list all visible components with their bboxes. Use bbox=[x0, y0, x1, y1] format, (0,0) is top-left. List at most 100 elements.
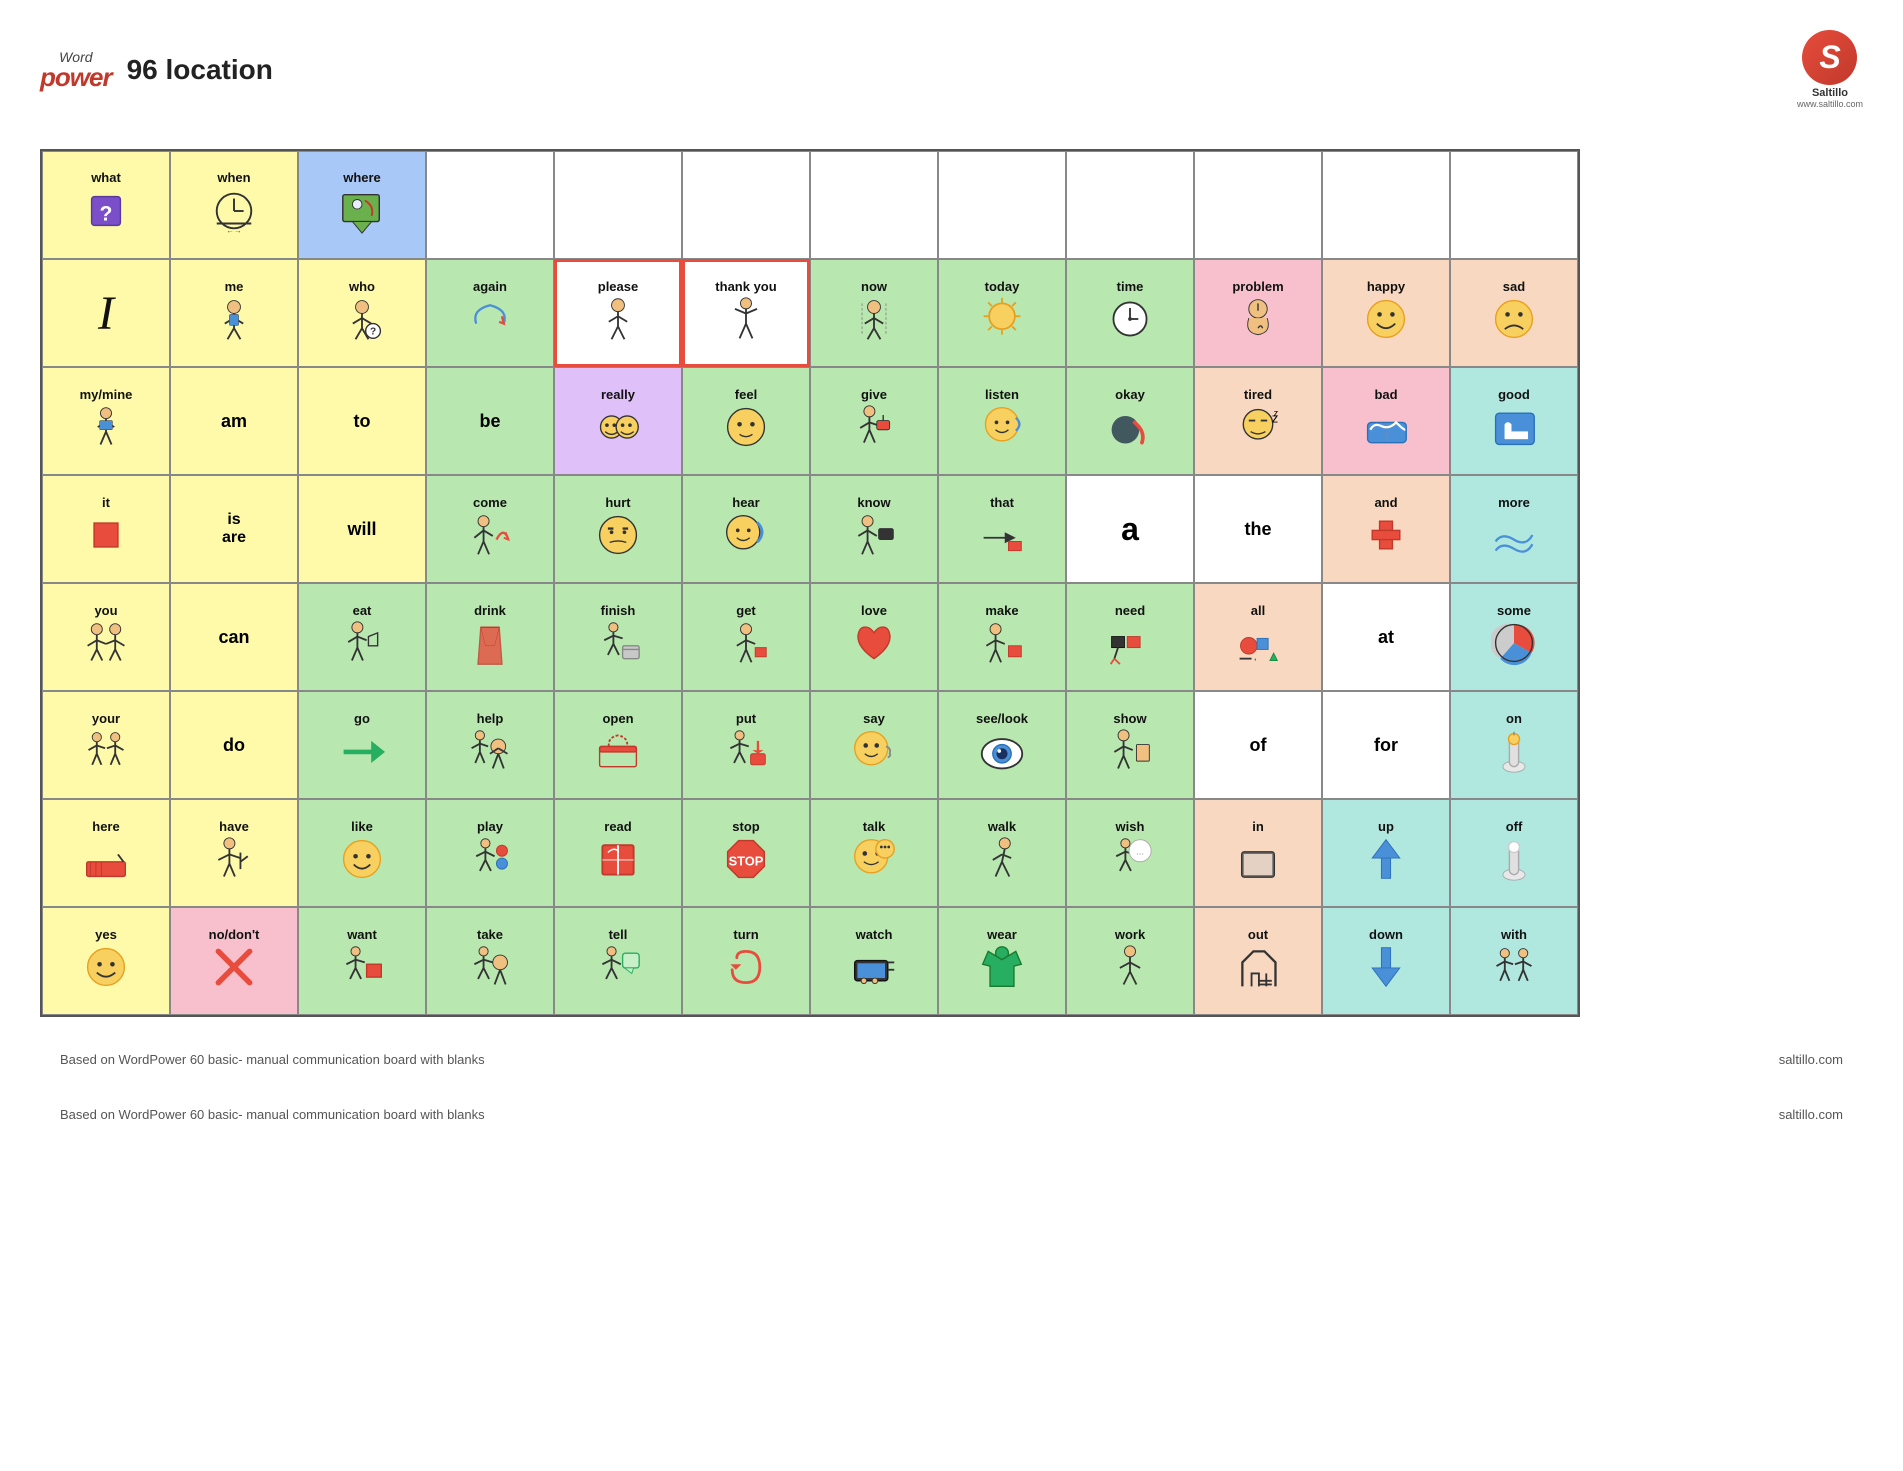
cell-r4-c8[interactable]: that bbox=[938, 475, 1066, 583]
cell-r1-c7[interactable] bbox=[810, 151, 938, 259]
cell-r5-c9[interactable]: need bbox=[1066, 583, 1194, 691]
cell-r3-c5[interactable]: really bbox=[554, 367, 682, 475]
cell-icon bbox=[1107, 620, 1153, 671]
cell-r4-c6[interactable]: hear bbox=[682, 475, 810, 583]
cell-r6-c6[interactable]: put bbox=[682, 691, 810, 799]
cell-r1-c8[interactable] bbox=[938, 151, 1066, 259]
cell-r4-c1[interactable]: it bbox=[42, 475, 170, 583]
cell-label: happy bbox=[1367, 279, 1405, 295]
cell-r8-c7[interactable]: watch bbox=[810, 907, 938, 1015]
cell-r6-c10[interactable]: of bbox=[1194, 691, 1322, 799]
cell-r6-c4[interactable]: help bbox=[426, 691, 554, 799]
cell-r3-c7[interactable]: give bbox=[810, 367, 938, 475]
cell-r5-c10[interactable]: all bbox=[1194, 583, 1322, 691]
cell-r2-c1[interactable]: I bbox=[42, 259, 170, 367]
cell-r1-c3[interactable]: where bbox=[298, 151, 426, 259]
cell-r1-c4[interactable] bbox=[426, 151, 554, 259]
cell-r4-c7[interactable]: know bbox=[810, 475, 938, 583]
cell-r2-c2[interactable]: me bbox=[170, 259, 298, 367]
cell-r7-c3[interactable]: like bbox=[298, 799, 426, 907]
cell-r3-c3[interactable]: to bbox=[298, 367, 426, 475]
cell-r2-c9[interactable]: time bbox=[1066, 259, 1194, 367]
cell-icon bbox=[1107, 296, 1153, 347]
cell-r2-c10[interactable]: problem bbox=[1194, 259, 1322, 367]
cell-r5-c5[interactable]: finish bbox=[554, 583, 682, 691]
cell-r2-c7[interactable]: now bbox=[810, 259, 938, 367]
cell-r3-c9[interactable]: okay bbox=[1066, 367, 1194, 475]
cell-r5-c7[interactable]: love bbox=[810, 583, 938, 691]
cell-r1-c1[interactable]: what? bbox=[42, 151, 170, 259]
cell-r1-c2[interactable]: when←→ bbox=[170, 151, 298, 259]
cell-r8-c4[interactable]: take bbox=[426, 907, 554, 1015]
cell-r1-c10[interactable] bbox=[1194, 151, 1322, 259]
cell-r1-c5[interactable] bbox=[554, 151, 682, 259]
cell-r3-c10[interactable]: tiredzz bbox=[1194, 367, 1322, 475]
cell-r8-c6[interactable]: turn bbox=[682, 907, 810, 1015]
cell-r1-c9[interactable] bbox=[1066, 151, 1194, 259]
cell-r4-c4[interactable]: come bbox=[426, 475, 554, 583]
cell-r8-c8[interactable]: wear bbox=[938, 907, 1066, 1015]
cell-r2-c5[interactable]: please bbox=[554, 259, 682, 367]
cell-r2-c3[interactable]: who? bbox=[298, 259, 426, 367]
cell-r3-c12[interactable]: good bbox=[1450, 367, 1578, 475]
cell-r3-c8[interactable]: listen bbox=[938, 367, 1066, 475]
cell-r3-c6[interactable]: feel bbox=[682, 367, 810, 475]
cell-r2-c8[interactable]: today bbox=[938, 259, 1066, 367]
cell-r2-c6[interactable]: thank you bbox=[682, 259, 810, 367]
cell-r7-c2[interactable]: have bbox=[170, 799, 298, 907]
cell-r6-c11[interactable]: for bbox=[1322, 691, 1450, 799]
cell-r7-c6[interactable]: stopSTOP bbox=[682, 799, 810, 907]
cell-r4-c3[interactable]: will bbox=[298, 475, 426, 583]
cell-r7-c9[interactable]: wish... bbox=[1066, 799, 1194, 907]
cell-r2-c11[interactable]: happy bbox=[1322, 259, 1450, 367]
cell-r7-c4[interactable]: play bbox=[426, 799, 554, 907]
cell-r8-c9[interactable]: work bbox=[1066, 907, 1194, 1015]
cell-r3-c4[interactable]: be bbox=[426, 367, 554, 475]
cell-r4-c11[interactable]: and bbox=[1322, 475, 1450, 583]
cell-r5-c4[interactable]: drink bbox=[426, 583, 554, 691]
cell-r4-c5[interactable]: hurt bbox=[554, 475, 682, 583]
cell-r6-c12[interactable]: on bbox=[1450, 691, 1578, 799]
cell-r7-c8[interactable]: walk bbox=[938, 799, 1066, 907]
cell-r5-c2[interactable]: can bbox=[170, 583, 298, 691]
cell-r5-c8[interactable]: make bbox=[938, 583, 1066, 691]
cell-r4-c2[interactable]: isare bbox=[170, 475, 298, 583]
cell-r6-c7[interactable]: say bbox=[810, 691, 938, 799]
cell-r8-c2[interactable]: no/don't bbox=[170, 907, 298, 1015]
cell-r4-c10[interactable]: the bbox=[1194, 475, 1322, 583]
cell-r5-c6[interactable]: get bbox=[682, 583, 810, 691]
cell-r5-c1[interactable]: you bbox=[42, 583, 170, 691]
cell-icon bbox=[1107, 728, 1153, 779]
cell-r7-c12[interactable]: off bbox=[1450, 799, 1578, 907]
cell-r6-c5[interactable]: open bbox=[554, 691, 682, 799]
cell-r7-c5[interactable]: read bbox=[554, 799, 682, 907]
cell-r8-c1[interactable]: yes bbox=[42, 907, 170, 1015]
cell-r1-c6[interactable] bbox=[682, 151, 810, 259]
cell-r8-c10[interactable]: out bbox=[1194, 907, 1322, 1015]
cell-r2-c4[interactable]: again bbox=[426, 259, 554, 367]
cell-r3-c11[interactable]: bad bbox=[1322, 367, 1450, 475]
cell-r8-c5[interactable]: tell bbox=[554, 907, 682, 1015]
cell-r2-c12[interactable]: sad bbox=[1450, 259, 1578, 367]
cell-r6-c1[interactable]: your bbox=[42, 691, 170, 799]
cell-r5-c11[interactable]: at bbox=[1322, 583, 1450, 691]
cell-r1-c12[interactable] bbox=[1450, 151, 1578, 259]
cell-r6-c8[interactable]: see/look bbox=[938, 691, 1066, 799]
cell-r6-c3[interactable]: go bbox=[298, 691, 426, 799]
cell-r5-c12[interactable]: some bbox=[1450, 583, 1578, 691]
cell-r7-c10[interactable]: in bbox=[1194, 799, 1322, 907]
cell-r6-c9[interactable]: show bbox=[1066, 691, 1194, 799]
cell-r5-c3[interactable]: eat bbox=[298, 583, 426, 691]
cell-r8-c11[interactable]: down bbox=[1322, 907, 1450, 1015]
cell-r3-c1[interactable]: my/mine bbox=[42, 367, 170, 475]
cell-r1-c11[interactable] bbox=[1322, 151, 1450, 259]
cell-r3-c2[interactable]: am bbox=[170, 367, 298, 475]
cell-r7-c11[interactable]: up bbox=[1322, 799, 1450, 907]
cell-r8-c12[interactable]: with bbox=[1450, 907, 1578, 1015]
cell-r4-c12[interactable]: more bbox=[1450, 475, 1578, 583]
cell-r8-c3[interactable]: want bbox=[298, 907, 426, 1015]
cell-r6-c2[interactable]: do bbox=[170, 691, 298, 799]
cell-r7-c1[interactable]: here bbox=[42, 799, 170, 907]
cell-r4-c9[interactable]: a bbox=[1066, 475, 1194, 583]
cell-r7-c7[interactable]: talk bbox=[810, 799, 938, 907]
